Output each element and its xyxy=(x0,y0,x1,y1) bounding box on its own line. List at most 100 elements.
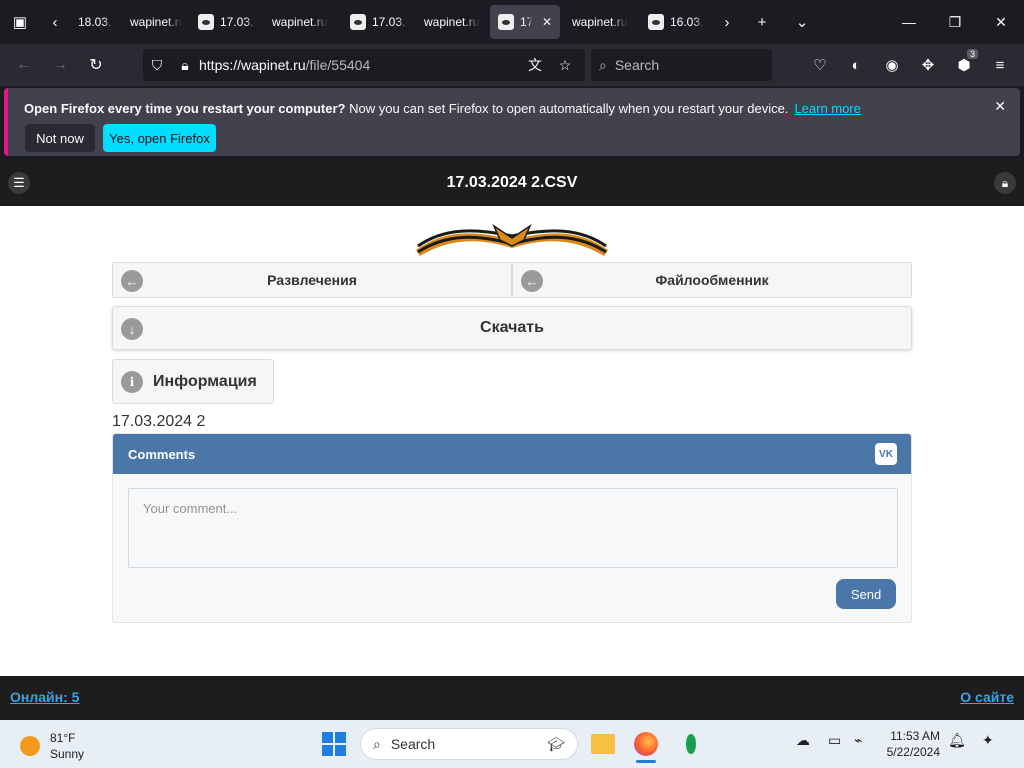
toolbar-icons: ♡ ◐ ◉ ✥ ⬢ 3 ≡ xyxy=(804,49,1016,81)
site-favicon-icon xyxy=(198,14,214,30)
arrow-left-icon: ← xyxy=(521,270,543,292)
extension-badge: 3 xyxy=(966,49,978,59)
taskbar-search[interactable]: ⌕ Search 🎓︎ xyxy=(360,728,578,760)
search-placeholder: Search xyxy=(614,57,660,73)
login-lock-icon[interactable]: 🔒︎ xyxy=(994,172,1016,194)
graduation-cap-icon: 🎓︎ xyxy=(547,735,565,752)
firefox-taskbar-icon[interactable] xyxy=(632,730,660,758)
tab-3[interactable]: 17.03. xyxy=(190,5,264,39)
information-button[interactable]: i Информация xyxy=(112,359,274,404)
comments-widget: Comments VK Your comment... Send xyxy=(112,433,912,623)
tab-label: 16.03. xyxy=(670,15,704,29)
tab-9[interactable]: 16.03. xyxy=(640,5,712,39)
back-arrow-icon[interactable]: ← xyxy=(6,49,42,81)
url-host: https://wapinet.ru xyxy=(199,57,306,73)
search-icon: ⌕ xyxy=(373,735,381,752)
bookmark-star-icon[interactable]: ☆ xyxy=(551,57,579,74)
about-site-link[interactable]: О сайте xyxy=(960,689,1014,705)
tab-1[interactable]: 18.03. xyxy=(70,5,122,39)
search-icon: ⌕ xyxy=(599,56,607,73)
list-all-tabs-chevron-icon[interactable]: ⌄ xyxy=(782,0,822,44)
site-footer: Онлайн: 5 О сайте xyxy=(0,676,1024,720)
tab-2[interactable]: wapinet.ru xyxy=(122,5,190,39)
site-favicon-icon xyxy=(648,14,664,30)
tab-strip: ▣ ‹ 18.03. wapinet.ru 17.03. wapinet.ru … xyxy=(0,0,1024,44)
translate-icon[interactable]: 文 xyxy=(521,55,549,75)
tab-label: 17.03. xyxy=(220,15,254,29)
yes-open-firefox-button[interactable]: Yes, open Firefox xyxy=(103,124,216,152)
learn-more-link[interactable]: Learn more xyxy=(794,101,860,116)
tab-4[interactable]: wapinet.ru xyxy=(264,5,342,39)
tab-label: 18.03. xyxy=(78,15,112,29)
arrow-down-icon: ↓ xyxy=(121,318,143,340)
close-window-icon[interactable]: ✕ xyxy=(978,0,1024,44)
tab-5[interactable]: 17.03. xyxy=(342,5,416,39)
vk-logo-icon[interactable]: VK xyxy=(875,443,897,465)
site-header: ☰ 17.03.2024 2.CSV 🔒︎ xyxy=(0,160,1024,206)
url-bar[interactable]: ⛉ 🔒︎ https://wapinet.ru/file/55404 文 ☆ xyxy=(143,49,585,81)
nav-right-label: Файлообменник xyxy=(655,272,769,288)
network-icon[interactable]: ⌁ xyxy=(854,732,862,749)
notification-text: Now you can set Firefox to open automati… xyxy=(345,101,789,116)
padlock-icon[interactable]: 🔒︎ xyxy=(171,57,199,74)
tab-label: wapinet.ru xyxy=(130,15,182,29)
comment-textarea[interactable]: Your comment... xyxy=(128,488,898,568)
download-button[interactable]: ↓ Скачать xyxy=(112,306,912,350)
online-users-link[interactable]: Онлайн: 5 xyxy=(10,689,79,705)
temperature: 81°F xyxy=(50,731,76,745)
copilot-icon[interactable]: ✦ xyxy=(982,732,994,749)
tab-scroll-right-icon[interactable]: › xyxy=(712,0,742,44)
file-description: 17.03.2024 2 xyxy=(112,413,206,430)
search-bar[interactable]: ⌕ Search xyxy=(591,49,772,81)
taskbar-search-label: Search xyxy=(390,736,436,752)
not-now-button[interactable]: Not now xyxy=(25,124,95,152)
download-label: Скачать xyxy=(480,319,544,336)
tab-6[interactable]: wapinet.ru xyxy=(416,5,490,39)
theme-extension-icon[interactable]: ◐ xyxy=(840,49,872,81)
hamburger-menu-icon[interactable]: ≡ xyxy=(984,49,1016,81)
restore-icon[interactable]: ❐ xyxy=(932,0,978,44)
display-icon[interactable]: ▭ xyxy=(828,732,841,749)
windows-start-icon[interactable] xyxy=(322,732,346,756)
info-icon: i xyxy=(121,371,143,393)
tab-label: 17.03. xyxy=(372,15,406,29)
site-favicon-icon xyxy=(498,14,514,30)
minimize-icon[interactable]: — xyxy=(886,0,932,44)
reload-icon[interactable]: ↻ xyxy=(78,49,114,81)
back-to-file-exchange-button[interactable]: ← Файлообменник xyxy=(512,262,912,298)
system-clock[interactable]: 11:53 AM 5/22/2024 xyxy=(880,728,940,760)
windows-taskbar: 81°F Sunny ⌕ Search 🎓︎ ☁ ▭ ⌁ 11:53 AM 5/… xyxy=(0,720,1024,768)
arrow-left-icon: ← xyxy=(121,270,143,292)
onedrive-icon[interactable]: ☁ xyxy=(796,732,810,749)
tab-label: wapinet.ru xyxy=(272,15,328,29)
extensions-puzzle-icon[interactable]: ✥ xyxy=(912,49,944,81)
weather-widget[interactable]: 81°F Sunny xyxy=(20,730,84,762)
breadcrumb-nav: ← Развлечения ← Файлообменник xyxy=(112,262,912,298)
forward-arrow-icon[interactable]: → xyxy=(42,49,78,81)
close-notification-icon[interactable]: ✕ xyxy=(994,98,1006,115)
comments-header: Comments VK xyxy=(113,434,911,474)
tab-8[interactable]: wapinet.ru xyxy=(560,5,640,39)
mongodb-compass-icon[interactable] xyxy=(677,730,705,758)
tab-close-icon[interactable]: ✕ xyxy=(542,15,552,29)
notification-title: Open Firefox every time you restart your… xyxy=(24,101,346,116)
firefox-view-icon[interactable]: ▣ xyxy=(0,0,40,44)
tab-label: wapinet.ru xyxy=(424,15,480,29)
account-icon[interactable]: ◉ xyxy=(876,49,908,81)
tab-active[interactable]: 17.03. ✕ xyxy=(490,5,560,39)
weather-text: 81°F Sunny xyxy=(50,730,84,762)
site-favicon-icon xyxy=(350,14,366,30)
new-tab-plus-icon[interactable]: + xyxy=(742,0,782,44)
file-explorer-icon[interactable] xyxy=(589,730,617,758)
tracking-shield-icon[interactable]: ⛉ xyxy=(143,57,171,74)
clock-date: 5/22/2024 xyxy=(886,745,940,759)
tab-label: 17.03. xyxy=(520,15,532,29)
tab-scroll-left-icon[interactable]: ‹ xyxy=(40,0,70,44)
default-browser-notification: Open Firefox every time you restart your… xyxy=(4,88,1020,156)
url-path: /file/55404 xyxy=(305,57,371,73)
ublock-origin-icon[interactable]: ⬢ 3 xyxy=(948,49,980,81)
notifications-bell-icon[interactable]: 🔔︎ xyxy=(948,732,966,749)
send-comment-button[interactable]: Send xyxy=(836,579,896,609)
pocket-icon[interactable]: ♡ xyxy=(804,49,836,81)
back-to-entertainment-button[interactable]: ← Развлечения xyxy=(112,262,512,298)
